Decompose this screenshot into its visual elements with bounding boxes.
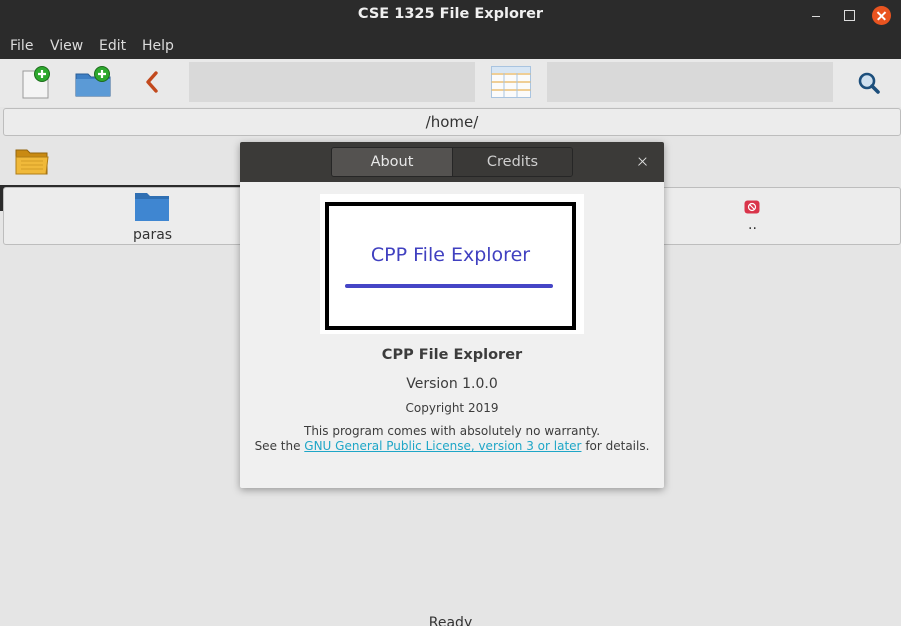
menu-edit[interactable]: Edit [99,38,126,54]
search-icon[interactable] [857,71,881,95]
program-version: Version 1.0.0 [406,376,498,392]
menu-help[interactable]: Help [142,38,174,54]
logo-underline [345,284,553,288]
new-folder-icon[interactable] [75,66,113,98]
license-prefix: See the [254,439,301,453]
warranty-text: This program comes with absolutely no wa… [303,424,601,438]
menu-bar: File View Edit Help [0,31,901,59]
minimize-button[interactable] [807,6,825,24]
copyright-text: Copyright 2019 [405,401,499,415]
menu-file[interactable]: File [10,38,33,54]
close-window-button[interactable] [872,6,891,25]
dialog-tabs: About Credits [331,147,573,177]
tab-credits[interactable]: Credits [452,148,572,176]
logo-text: CPP File Explorer [370,244,531,266]
program-name: CPP File Explorer [381,347,523,363]
grid-view-icon[interactable] [491,66,531,98]
file-name-parent[interactable]: .. [748,217,757,233]
license-text: See the GNU General Public License, vers… [240,439,664,453]
status-text: Ready [428,615,473,626]
address-field-left[interactable] [189,62,475,102]
menu-view[interactable]: View [50,38,83,54]
license-suffix: for details. [585,439,650,453]
license-link[interactable]: GNU General Public License, version 3 or… [304,439,581,453]
window-title: CSE 1325 File Explorer [357,6,544,22]
folder-icon[interactable] [134,190,170,222]
maximize-button[interactable] [840,6,858,24]
dialog-close-icon[interactable] [636,155,650,169]
about-dialog: About Credits CPP File Explorer CPP File… [240,142,664,488]
open-folder-icon[interactable] [15,146,49,176]
back-icon[interactable] [143,70,161,94]
window-titlebar: CSE 1325 File Explorer [0,0,901,31]
address-field-right[interactable] [547,62,833,102]
logo-frame: CPP File Explorer [325,202,576,330]
new-file-icon[interactable] [20,66,54,100]
parent-directory-icon[interactable] [744,199,760,214]
dialog-header: About Credits [240,142,664,182]
tab-about[interactable]: About [332,148,452,176]
program-logo: CPP File Explorer [320,194,584,334]
path-bar[interactable]: /home/ [3,108,901,136]
file-name-paras[interactable]: paras [133,227,172,243]
